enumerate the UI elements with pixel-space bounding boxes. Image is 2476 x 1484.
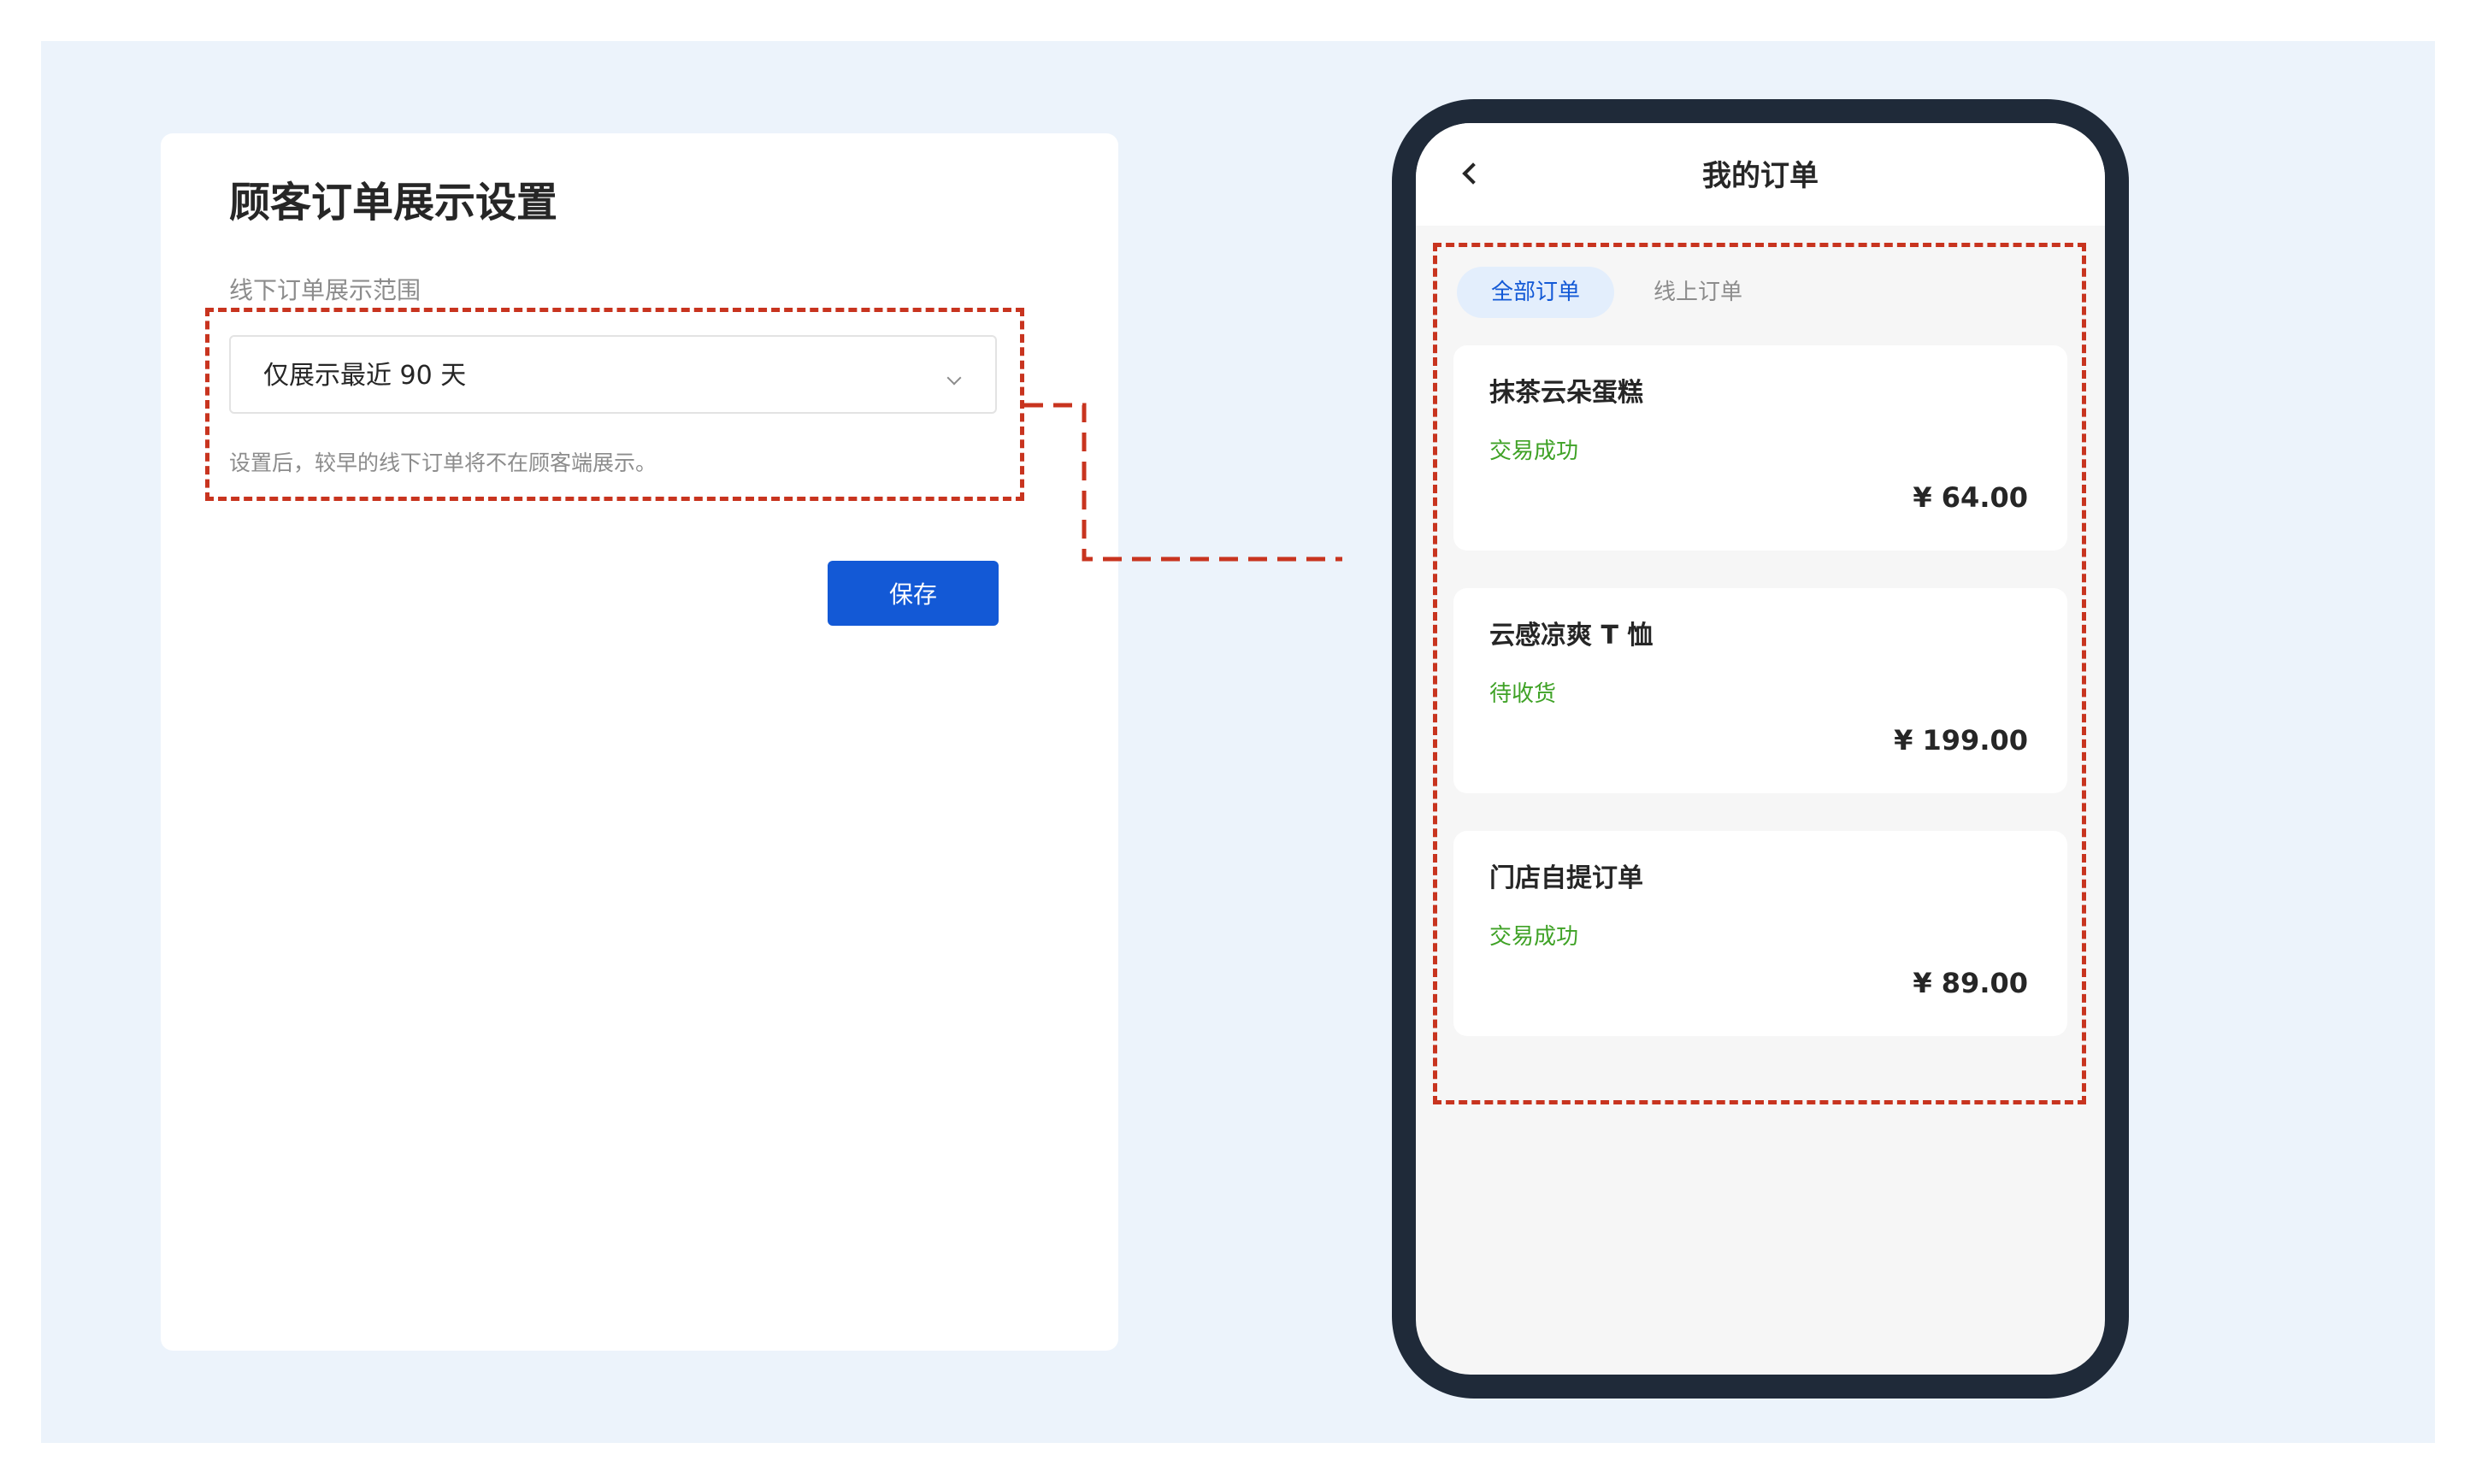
save-button[interactable]: 保存 bbox=[828, 561, 999, 626]
phone-page-title: 我的订单 bbox=[1702, 159, 1819, 193]
settings-highlight-box bbox=[205, 308, 1024, 501]
settings-title: 顾客订单展示设置 bbox=[229, 179, 558, 227]
phone-header: 我的订单 bbox=[1416, 123, 2105, 226]
orders-highlight-box bbox=[1433, 243, 2086, 1104]
display-range-label: 线下订单展示范围 bbox=[229, 276, 422, 304]
